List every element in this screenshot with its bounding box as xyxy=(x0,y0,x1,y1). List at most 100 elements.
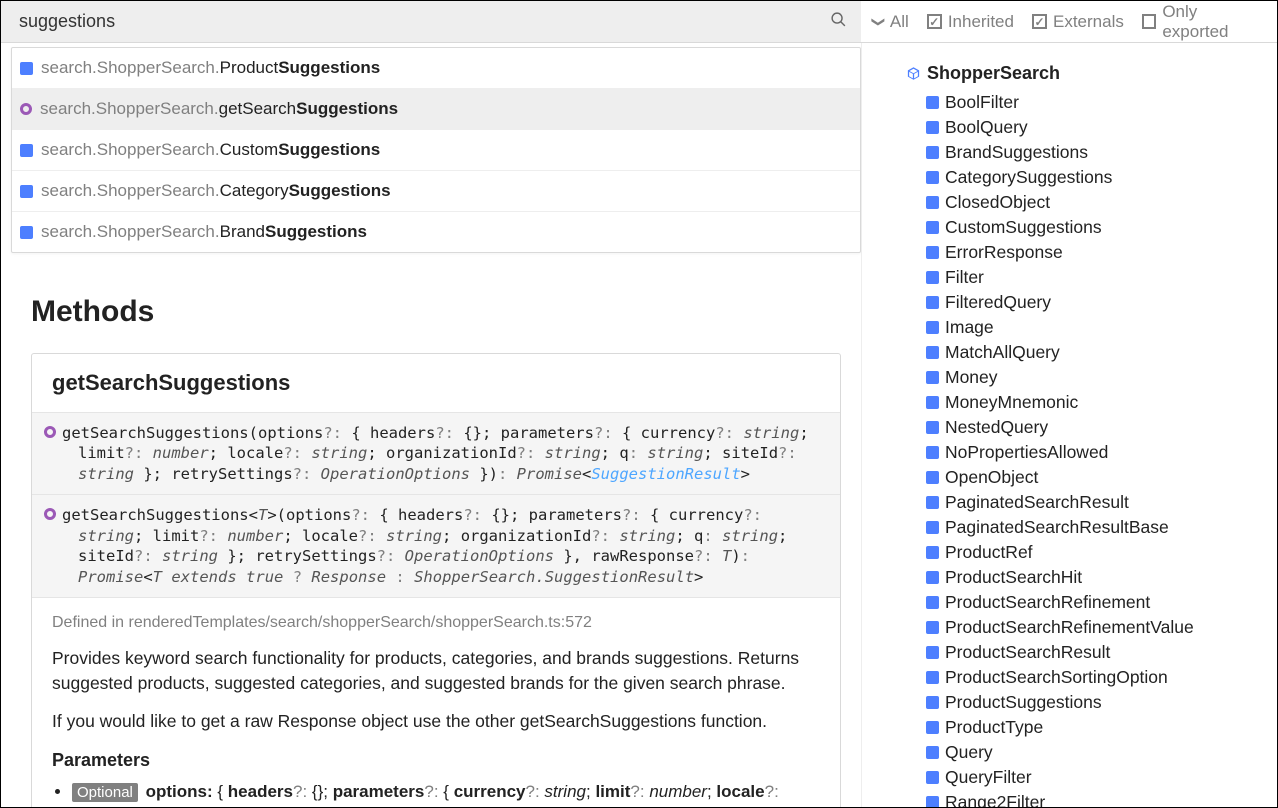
type-icon xyxy=(926,446,939,459)
signature-text: getSearchSuggestions(options?: { headers… xyxy=(62,423,828,484)
filter-bar: ❯All Inherited Externals Only exported xyxy=(861,1,1277,42)
sidebar-item-label: Range2Filter xyxy=(945,792,1045,807)
sidebar-item[interactable]: BoolQuery xyxy=(926,115,1267,140)
sidebar-item[interactable]: BrandSuggestions xyxy=(926,140,1267,165)
sidebar-item[interactable]: Image xyxy=(926,315,1267,340)
sidebar-item[interactable]: CategorySuggestions xyxy=(926,165,1267,190)
sidebar-item-label: ProductSearchResult xyxy=(945,642,1110,663)
type-icon xyxy=(926,471,939,484)
method-description-2: If you would like to get a raw Response … xyxy=(32,695,840,734)
sidebar-item[interactable]: ProductSearchSortingOption xyxy=(926,665,1267,690)
sidebar-item-label: CustomSuggestions xyxy=(945,217,1102,238)
sidebar-item[interactable]: BoolFilter xyxy=(926,90,1267,115)
type-icon xyxy=(926,421,939,434)
sidebar-item-label: QueryFilter xyxy=(945,767,1032,788)
checkbox-icon xyxy=(927,14,942,29)
sidebar-item-label: Filter xyxy=(945,267,984,288)
sidebar-item-label: ProductSearchRefinement xyxy=(945,592,1150,613)
type-icon xyxy=(926,496,939,509)
source-location: Defined in renderedTemplates/search/shop… xyxy=(32,598,840,632)
type-icon xyxy=(20,226,33,239)
suggestion-text: search.ShopperSearch.CustomSuggestions xyxy=(41,140,380,160)
suggestion-row[interactable]: search.ShopperSearch.getSearchSuggestion… xyxy=(12,89,860,130)
sidebar-item[interactable]: PaginatedSearchResult xyxy=(926,490,1267,515)
sidebar-item[interactable]: QueryFilter xyxy=(926,765,1267,790)
type-icon xyxy=(20,62,33,75)
sidebar-item[interactable]: MoneyMnemonic xyxy=(926,390,1267,415)
type-icon xyxy=(926,796,939,807)
sidebar-item[interactable]: FilteredQuery xyxy=(926,290,1267,315)
suggestion-row[interactable]: search.ShopperSearch.CategorySuggestions xyxy=(12,171,860,212)
type-icon xyxy=(926,546,939,559)
sidebar-item-label: BoolFilter xyxy=(945,92,1019,113)
checkbox-icon xyxy=(1142,14,1156,29)
sidebar-item-label: FilteredQuery xyxy=(945,292,1051,313)
type-icon xyxy=(20,144,33,157)
type-icon xyxy=(926,671,939,684)
sidebar-item-label: PaginatedSearchResult xyxy=(945,492,1129,513)
sidebar-item[interactable]: PaginatedSearchResultBase xyxy=(926,515,1267,540)
sidebar-item[interactable]: ProductSearchRefinement xyxy=(926,590,1267,615)
method-description-1: Provides keyword search functionality fo… xyxy=(32,632,840,695)
suggestion-row[interactable]: search.ShopperSearch.BrandSuggestions xyxy=(12,212,860,252)
sidebar-item[interactable]: MatchAllQuery xyxy=(926,340,1267,365)
sidebar-item[interactable]: Money xyxy=(926,365,1267,390)
suggestion-text: search.ShopperSearch.CategorySuggestions xyxy=(41,181,391,201)
search-field-wrap xyxy=(1,1,861,42)
type-icon xyxy=(926,171,939,184)
sidebar-item[interactable]: NestedQuery xyxy=(926,415,1267,440)
sidebar-item-label: Image xyxy=(945,317,994,338)
filter-only-exported[interactable]: Only exported xyxy=(1142,2,1263,42)
filter-only-exported-label: Only exported xyxy=(1162,2,1263,42)
method-icon xyxy=(20,103,32,115)
sidebar-item-label: MatchAllQuery xyxy=(945,342,1060,363)
sidebar-item[interactable]: ProductRef xyxy=(926,540,1267,565)
type-icon xyxy=(926,771,939,784)
filter-externals[interactable]: Externals xyxy=(1032,12,1124,32)
sidebar-list: BoolFilterBoolQueryBrandSuggestionsCateg… xyxy=(906,90,1267,807)
sidebar-item-label: Money xyxy=(945,367,998,388)
search-icon[interactable] xyxy=(830,11,847,33)
top-bar: ❯All Inherited Externals Only exported xyxy=(1,1,1277,43)
sidebar-module-header[interactable]: ShopperSearch xyxy=(906,63,1267,84)
filter-inherited[interactable]: Inherited xyxy=(927,12,1014,32)
type-icon xyxy=(926,571,939,584)
sidebar-item[interactable]: ProductSearchRefinementValue xyxy=(926,615,1267,640)
method-panel: getSearchSuggestions getSearchSuggestion… xyxy=(31,353,841,807)
sidebar-item[interactable]: ErrorResponse xyxy=(926,240,1267,265)
sidebar-item[interactable]: ProductSuggestions xyxy=(926,690,1267,715)
sidebar-item-label: MoneyMnemonic xyxy=(945,392,1078,413)
method-icon xyxy=(44,508,56,520)
param-options: Optional options: { headers?: {}; parame… xyxy=(72,779,820,807)
sidebar-item[interactable]: Query xyxy=(926,740,1267,765)
type-icon xyxy=(926,146,939,159)
filter-externals-label: Externals xyxy=(1053,12,1124,32)
type-icon xyxy=(926,96,939,109)
type-icon xyxy=(926,646,939,659)
type-icon xyxy=(926,346,939,359)
sidebar-item[interactable]: Range2Filter xyxy=(926,790,1267,807)
sidebar-item-label: Query xyxy=(945,742,993,763)
filter-all[interactable]: ❯All xyxy=(873,12,909,32)
suggestion-row[interactable]: search.ShopperSearch.CustomSuggestions xyxy=(12,130,860,171)
sidebar-item[interactable]: ClosedObject xyxy=(926,190,1267,215)
sidebar-item[interactable]: Filter xyxy=(926,265,1267,290)
filter-all-label: All xyxy=(890,12,909,32)
type-icon xyxy=(926,221,939,234)
search-input[interactable] xyxy=(1,1,861,42)
sidebar-item[interactable]: NoPropertiesAllowed xyxy=(926,440,1267,465)
sidebar-item-label: ClosedObject xyxy=(945,192,1050,213)
signature-1: getSearchSuggestions(options?: { headers… xyxy=(32,413,840,495)
sidebar-item[interactable]: ProductSearchResult xyxy=(926,640,1267,665)
sidebar[interactable]: ShopperSearch BoolFilterBoolQueryBrandSu… xyxy=(861,43,1277,807)
suggestion-row[interactable]: search.ShopperSearch.ProductSuggestions xyxy=(12,48,860,89)
parameters-list: Optional options: { headers?: {}; parame… xyxy=(32,779,840,807)
sidebar-item[interactable]: ProductSearchHit xyxy=(926,565,1267,590)
methods-heading: Methods xyxy=(31,295,841,329)
type-icon xyxy=(926,121,939,134)
sidebar-item[interactable]: ProductType xyxy=(926,715,1267,740)
sidebar-item[interactable]: CustomSuggestions xyxy=(926,215,1267,240)
sidebar-item[interactable]: OpenObject xyxy=(926,465,1267,490)
type-icon xyxy=(926,371,939,384)
sidebar-item-label: ProductSuggestions xyxy=(945,692,1102,713)
